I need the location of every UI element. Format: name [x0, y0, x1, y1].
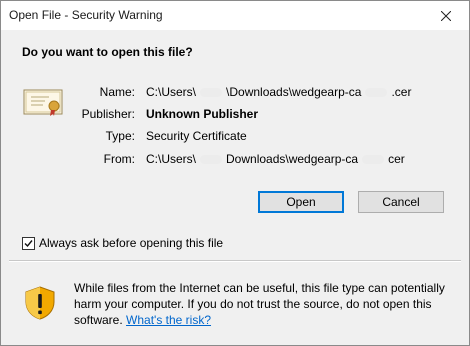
name-label: Name: — [99, 85, 135, 99]
check-icon — [24, 239, 33, 247]
always-ask-option[interactable]: Always ask before opening this file — [22, 236, 223, 250]
warning-message: While files from the Internet can be use… — [74, 280, 454, 328]
type-value: Security Certificate — [146, 129, 247, 143]
publisher-label: Publisher: — [81, 107, 135, 121]
security-warning-dialog: Open File - Security Warning Do you want… — [0, 0, 470, 346]
name-value: C:\Users\ \Downloads\wedgearp-ca .cer — [146, 85, 411, 99]
always-ask-checkbox[interactable] — [22, 236, 35, 250]
type-label: Type: — [105, 129, 135, 143]
cancel-button[interactable]: Cancel — [358, 191, 444, 213]
name-value-end: \Downloads\wedgearp-ca — [226, 85, 362, 99]
name-value-start: C:\Users\ — [146, 85, 197, 99]
redacted-username — [200, 88, 223, 98]
from-value-end: Downloads\wedgearp-ca — [226, 152, 359, 166]
from-value: C:\Users\ Downloads\wedgearp-ca cer — [146, 152, 405, 166]
name-value-ext: .cer — [391, 85, 412, 99]
whats-the-risk-link[interactable]: What's the risk? — [126, 313, 211, 327]
title-bar[interactable]: Open File - Security Warning — [1, 1, 469, 30]
redacted-username-2 — [200, 155, 223, 165]
always-ask-label: Always ask before opening this file — [39, 236, 224, 250]
divider-highlight — [9, 261, 461, 262]
close-icon — [441, 10, 451, 21]
warning-shield-icon — [25, 286, 55, 320]
redacted-filename — [365, 88, 388, 98]
window-title: Open File - Security Warning — [9, 8, 163, 22]
from-value-ext: cer — [388, 152, 405, 166]
redacted-filename-2 — [362, 155, 385, 165]
open-button[interactable]: Open — [258, 191, 344, 213]
from-value-start: C:\Users\ — [146, 152, 197, 166]
close-button[interactable] — [423, 1, 469, 30]
publisher-value: Unknown Publisher — [146, 107, 259, 121]
from-label: From: — [103, 152, 135, 166]
dialog-heading: Do you want to open this file? — [22, 45, 193, 59]
